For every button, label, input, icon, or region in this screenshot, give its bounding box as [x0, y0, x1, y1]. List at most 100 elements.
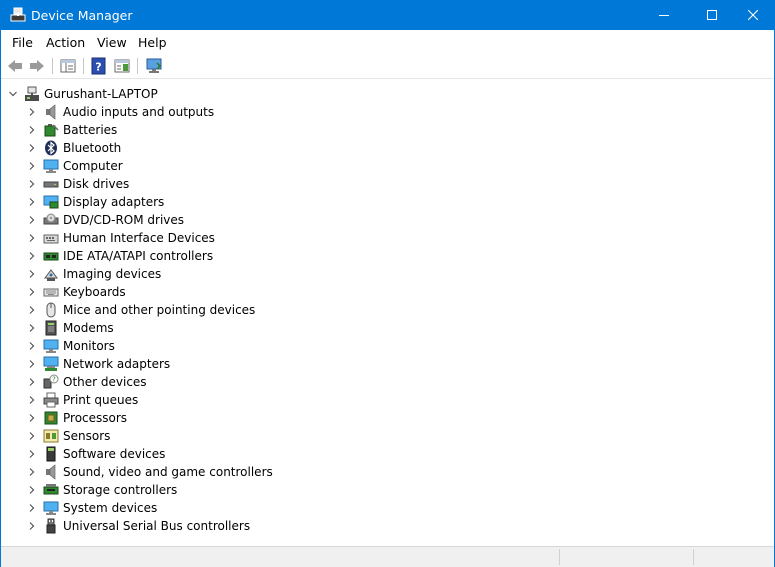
tree-category-item[interactable]: Bluetooth: [27, 139, 121, 157]
tree-category-label: Bluetooth: [63, 141, 122, 155]
tree-category-item[interactable]: Print queues: [27, 391, 138, 409]
forward-arrow-icon: [30, 60, 44, 72]
status-bar-divider: [559, 549, 560, 565]
tree-category-label: Monitors: [63, 339, 115, 353]
tree-category-item[interactable]: Display adapters: [27, 193, 164, 211]
chevron-down-icon[interactable]: [8, 89, 18, 99]
chevron-right-icon[interactable]: [27, 107, 37, 117]
svg-text:?: ?: [95, 61, 101, 74]
scan-hardware-changes-button[interactable]: [145, 57, 163, 75]
chevron-right-icon[interactable]: [27, 161, 37, 171]
chevron-right-icon[interactable]: [27, 485, 37, 495]
tree-category-label: IDE ATA/ATAPI controllers: [63, 249, 214, 263]
chevron-right-icon[interactable]: [27, 341, 37, 351]
storage-controller-icon: [43, 484, 59, 495]
display-adapter-icon: [43, 195, 59, 209]
modem-icon: [45, 320, 57, 336]
chevron-right-icon[interactable]: [27, 179, 37, 189]
properties-pane-icon: [114, 59, 130, 73]
tree-category-label: Storage controllers: [63, 483, 178, 497]
console-tree-icon: [60, 59, 76, 73]
chevron-right-icon[interactable]: [27, 431, 37, 441]
tree-category-item[interactable]: Sensors: [27, 427, 110, 445]
menu-view[interactable]: View: [97, 35, 127, 50]
help-button[interactable]: ?: [90, 57, 108, 75]
chevron-right-icon[interactable]: [27, 503, 37, 513]
chevron-right-icon[interactable]: [27, 359, 37, 369]
tree-category-item[interactable]: Computer: [27, 157, 123, 175]
speaker-icon: [46, 104, 56, 120]
tree-category-item[interactable]: DVD/CD-ROM drives: [27, 211, 184, 229]
back-button[interactable]: [6, 57, 24, 75]
chevron-right-icon[interactable]: [27, 467, 37, 477]
tree-category-item[interactable]: System devices: [27, 499, 157, 517]
maximize-button[interactable]: [689, 0, 735, 30]
tree-category-label: Modems: [63, 321, 114, 335]
title-bar[interactable]: Device Manager: [1, 0, 775, 30]
tree-category-item[interactable]: Audio inputs and outputs: [27, 103, 214, 121]
chevron-right-icon[interactable]: [27, 197, 37, 207]
tree-category-item[interactable]: Monitors: [27, 337, 115, 355]
tree-root-node[interactable]: Gurushant-LAPTOP: [8, 85, 158, 103]
forward-button[interactable]: [28, 57, 46, 75]
menu-action[interactable]: Action: [46, 35, 85, 50]
close-button[interactable]: [730, 0, 775, 30]
tree-category-label: Display adapters: [63, 195, 165, 209]
chevron-right-icon[interactable]: [27, 143, 37, 153]
bluetooth-icon: [45, 140, 57, 156]
chevron-right-icon[interactable]: [27, 521, 37, 531]
tree-category-label: Keyboards: [63, 285, 126, 299]
tree-category-label: Universal Serial Bus controllers: [63, 519, 251, 533]
tree-category-item[interactable]: Universal Serial Bus controllers: [27, 517, 250, 535]
tree-category-item[interactable]: Disk drives: [27, 175, 129, 193]
tree-category-item[interactable]: Modems: [27, 319, 114, 337]
tree-category-label: Sound, video and game controllers: [63, 465, 273, 479]
show-hide-console-tree-button[interactable]: [59, 57, 77, 75]
tree-category-label: Network adapters: [63, 357, 171, 371]
menu-file[interactable]: File: [12, 35, 33, 50]
chevron-right-icon[interactable]: [27, 395, 37, 405]
tree-category-item[interactable]: IDE ATA/ATAPI controllers: [27, 247, 213, 265]
properties-button[interactable]: [113, 57, 131, 75]
chevron-right-icon[interactable]: [27, 269, 37, 279]
tree-category-item[interactable]: Batteries: [27, 121, 117, 139]
tree-category-label: Batteries: [63, 123, 118, 137]
mouse-icon: [46, 302, 56, 318]
device-tree: Gurushant-LAPTOP Audio inputs and output…: [1, 79, 774, 546]
chevron-right-icon[interactable]: [27, 251, 37, 261]
tree-category-item[interactable]: Keyboards: [27, 283, 126, 301]
computer-tree-icon: [25, 86, 39, 101]
chevron-right-icon[interactable]: [27, 323, 37, 333]
chevron-right-icon[interactable]: [27, 287, 37, 297]
tree-root-label: Gurushant-LAPTOP: [44, 87, 158, 101]
tree-category-item[interactable]: Software devices: [27, 445, 165, 463]
tree-category-item[interactable]: ? Other devices: [27, 373, 147, 391]
network-adapter-icon: [43, 356, 59, 371]
tree-category-item[interactable]: Imaging devices: [27, 265, 161, 283]
tree-category-label: Audio inputs and outputs: [63, 105, 215, 119]
tree-category-item[interactable]: Human Interface Devices: [27, 229, 215, 247]
chevron-right-icon[interactable]: [27, 215, 37, 225]
chevron-right-icon[interactable]: [27, 233, 37, 243]
tree-category-label: Disk drives: [63, 177, 130, 191]
chevron-right-icon[interactable]: [27, 125, 37, 135]
chevron-right-icon[interactable]: [27, 305, 37, 315]
battery-icon: [44, 124, 59, 137]
tree-category-label: Print queues: [63, 393, 139, 407]
tree-category-item[interactable]: Network adapters: [27, 355, 170, 373]
menu-bar: File Action View Help: [1, 30, 774, 55]
window-title: Device Manager: [31, 8, 133, 23]
menu-help[interactable]: Help: [138, 35, 167, 50]
tree-category-item[interactable]: Mice and other pointing devices: [27, 301, 255, 319]
tree-category-label: Computer: [63, 159, 123, 173]
tree-category-item[interactable]: Processors: [27, 409, 127, 427]
minimize-button[interactable]: [641, 0, 687, 30]
tree-category-item[interactable]: Storage controllers: [27, 481, 177, 499]
processor-icon: [44, 411, 58, 425]
chevron-right-icon[interactable]: [27, 413, 37, 423]
chevron-right-icon[interactable]: [27, 377, 37, 387]
tree-category-label: Software devices: [63, 447, 166, 461]
chevron-right-icon[interactable]: [27, 449, 37, 459]
tree-category-item[interactable]: Sound, video and game controllers: [27, 463, 273, 481]
tree-category-label: Imaging devices: [63, 267, 162, 281]
